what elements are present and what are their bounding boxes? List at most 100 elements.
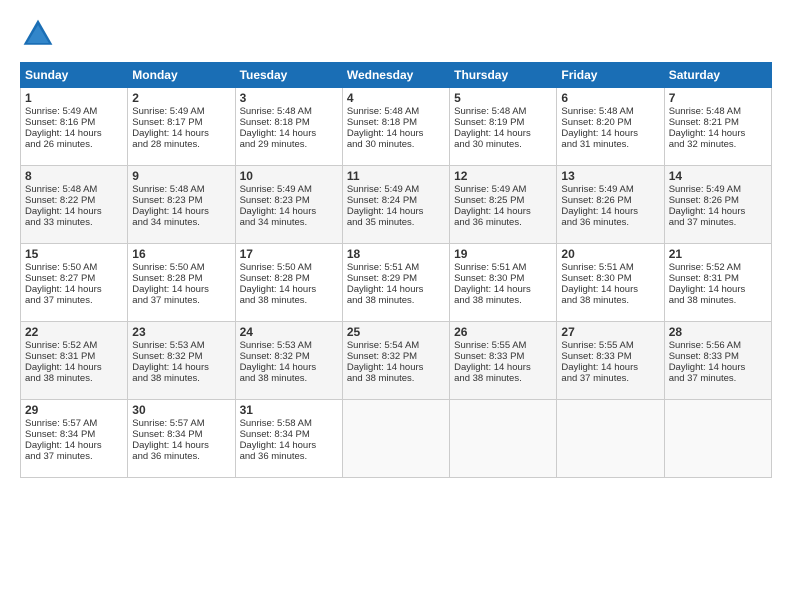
- daylight-minutes: and 38 minutes.: [454, 295, 522, 306]
- calendar-cell: 11Sunrise: 5:49 AMSunset: 8:24 PMDayligh…: [342, 166, 449, 244]
- calendar-cell: 2Sunrise: 5:49 AMSunset: 8:17 PMDaylight…: [128, 88, 235, 166]
- daylight-minutes: and 38 minutes.: [347, 295, 415, 306]
- weekday-header: Friday: [557, 63, 664, 88]
- calendar-cell: 1Sunrise: 5:49 AMSunset: 8:16 PMDaylight…: [21, 88, 128, 166]
- day-number: 14: [669, 169, 767, 183]
- daylight-label: Daylight: 14 hours: [240, 362, 317, 373]
- sunset-label: Sunset: 8:33 PM: [669, 351, 739, 362]
- sunset-label: Sunset: 8:27 PM: [25, 273, 95, 284]
- calendar-cell: 29Sunrise: 5:57 AMSunset: 8:34 PMDayligh…: [21, 400, 128, 478]
- daylight-label: Daylight: 14 hours: [25, 362, 102, 373]
- sunrise-label: Sunrise: 5:51 AM: [347, 262, 419, 273]
- day-number: 22: [25, 325, 123, 339]
- daylight-label: Daylight: 14 hours: [347, 362, 424, 373]
- daylight-minutes: and 38 minutes.: [347, 373, 415, 384]
- day-number: 2: [132, 91, 230, 105]
- daylight-minutes: and 38 minutes.: [132, 373, 200, 384]
- daylight-label: Daylight: 14 hours: [25, 284, 102, 295]
- daylight-minutes: and 35 minutes.: [347, 217, 415, 228]
- calendar-cell: [557, 400, 664, 478]
- sunset-label: Sunset: 8:20 PM: [561, 117, 631, 128]
- daylight-label: Daylight: 14 hours: [132, 206, 209, 217]
- calendar-cell: 16Sunrise: 5:50 AMSunset: 8:28 PMDayligh…: [128, 244, 235, 322]
- daylight-minutes: and 38 minutes.: [669, 295, 737, 306]
- sunset-label: Sunset: 8:31 PM: [669, 273, 739, 284]
- daylight-label: Daylight: 14 hours: [561, 362, 638, 373]
- sunset-label: Sunset: 8:32 PM: [132, 351, 202, 362]
- sunrise-label: Sunrise: 5:50 AM: [240, 262, 312, 273]
- logo-icon: [20, 16, 56, 52]
- calendar-cell: 24Sunrise: 5:53 AMSunset: 8:32 PMDayligh…: [235, 322, 342, 400]
- day-number: 28: [669, 325, 767, 339]
- daylight-label: Daylight: 14 hours: [561, 284, 638, 295]
- daylight-minutes: and 38 minutes.: [454, 373, 522, 384]
- calendar-cell: 8Sunrise: 5:48 AMSunset: 8:22 PMDaylight…: [21, 166, 128, 244]
- calendar-cell: 15Sunrise: 5:50 AMSunset: 8:27 PMDayligh…: [21, 244, 128, 322]
- day-number: 17: [240, 247, 338, 261]
- sunset-label: Sunset: 8:33 PM: [454, 351, 524, 362]
- sunrise-label: Sunrise: 5:55 AM: [454, 340, 526, 351]
- sunset-label: Sunset: 8:34 PM: [25, 429, 95, 440]
- sunset-label: Sunset: 8:23 PM: [240, 195, 310, 206]
- sunset-label: Sunset: 8:34 PM: [132, 429, 202, 440]
- sunrise-label: Sunrise: 5:56 AM: [669, 340, 741, 351]
- daylight-minutes: and 36 minutes.: [240, 451, 308, 462]
- day-number: 11: [347, 169, 445, 183]
- daylight-minutes: and 30 minutes.: [347, 139, 415, 150]
- calendar-cell: 3Sunrise: 5:48 AMSunset: 8:18 PMDaylight…: [235, 88, 342, 166]
- daylight-minutes: and 36 minutes.: [454, 217, 522, 228]
- daylight-minutes: and 37 minutes.: [669, 373, 737, 384]
- calendar-cell: 22Sunrise: 5:52 AMSunset: 8:31 PMDayligh…: [21, 322, 128, 400]
- daylight-label: Daylight: 14 hours: [240, 440, 317, 451]
- calendar-cell: [342, 400, 449, 478]
- day-number: 8: [25, 169, 123, 183]
- sunrise-label: Sunrise: 5:52 AM: [669, 262, 741, 273]
- calendar-cell: 9Sunrise: 5:48 AMSunset: 8:23 PMDaylight…: [128, 166, 235, 244]
- sunset-label: Sunset: 8:24 PM: [347, 195, 417, 206]
- calendar-cell: 30Sunrise: 5:57 AMSunset: 8:34 PMDayligh…: [128, 400, 235, 478]
- day-number: 27: [561, 325, 659, 339]
- weekday-header: Wednesday: [342, 63, 449, 88]
- calendar-cell: 12Sunrise: 5:49 AMSunset: 8:25 PMDayligh…: [450, 166, 557, 244]
- sunset-label: Sunset: 8:28 PM: [240, 273, 310, 284]
- daylight-label: Daylight: 14 hours: [25, 440, 102, 451]
- sunset-label: Sunset: 8:32 PM: [240, 351, 310, 362]
- daylight-label: Daylight: 14 hours: [561, 206, 638, 217]
- sunrise-label: Sunrise: 5:54 AM: [347, 340, 419, 351]
- daylight-label: Daylight: 14 hours: [25, 128, 102, 139]
- sunrise-label: Sunrise: 5:48 AM: [132, 184, 204, 195]
- sunrise-label: Sunrise: 5:48 AM: [669, 106, 741, 117]
- daylight-minutes: and 34 minutes.: [132, 217, 200, 228]
- daylight-label: Daylight: 14 hours: [347, 128, 424, 139]
- daylight-minutes: and 38 minutes.: [561, 295, 629, 306]
- day-number: 16: [132, 247, 230, 261]
- sunrise-label: Sunrise: 5:58 AM: [240, 418, 312, 429]
- sunset-label: Sunset: 8:17 PM: [132, 117, 202, 128]
- daylight-label: Daylight: 14 hours: [454, 206, 531, 217]
- sunrise-label: Sunrise: 5:50 AM: [132, 262, 204, 273]
- sunset-label: Sunset: 8:30 PM: [561, 273, 631, 284]
- day-number: 26: [454, 325, 552, 339]
- daylight-minutes: and 28 minutes.: [132, 139, 200, 150]
- day-number: 6: [561, 91, 659, 105]
- sunrise-label: Sunrise: 5:49 AM: [347, 184, 419, 195]
- day-number: 10: [240, 169, 338, 183]
- sunset-label: Sunset: 8:19 PM: [454, 117, 524, 128]
- sunset-label: Sunset: 8:18 PM: [347, 117, 417, 128]
- sunset-label: Sunset: 8:26 PM: [561, 195, 631, 206]
- daylight-minutes: and 37 minutes.: [25, 451, 93, 462]
- daylight-minutes: and 29 minutes.: [240, 139, 308, 150]
- daylight-label: Daylight: 14 hours: [132, 440, 209, 451]
- sunrise-label: Sunrise: 5:57 AM: [132, 418, 204, 429]
- daylight-minutes: and 33 minutes.: [25, 217, 93, 228]
- daylight-label: Daylight: 14 hours: [669, 206, 746, 217]
- daylight-minutes: and 38 minutes.: [240, 295, 308, 306]
- daylight-label: Daylight: 14 hours: [347, 284, 424, 295]
- sunset-label: Sunset: 8:22 PM: [25, 195, 95, 206]
- calendar-cell: 31Sunrise: 5:58 AMSunset: 8:34 PMDayligh…: [235, 400, 342, 478]
- sunrise-label: Sunrise: 5:53 AM: [240, 340, 312, 351]
- page: SundayMondayTuesdayWednesdayThursdayFrid…: [0, 0, 792, 612]
- weekday-header-row: SundayMondayTuesdayWednesdayThursdayFrid…: [21, 63, 772, 88]
- sunset-label: Sunset: 8:23 PM: [132, 195, 202, 206]
- weekday-header: Tuesday: [235, 63, 342, 88]
